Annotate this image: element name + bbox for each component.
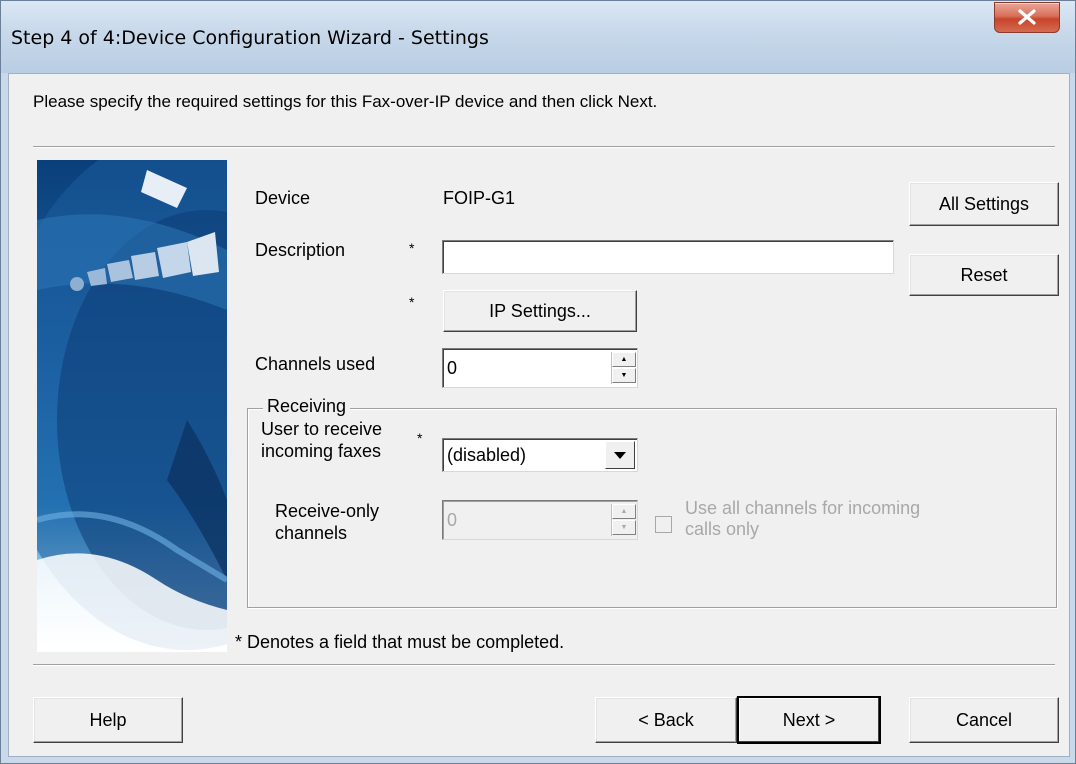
description-input[interactable]: [442, 240, 894, 274]
chevron-down-icon: [614, 452, 626, 459]
user-to-receive-label-line1: User to receive: [261, 419, 383, 439]
all-settings-button[interactable]: All Settings: [909, 182, 1059, 226]
spin-up-icon: ▲: [612, 504, 636, 519]
receive-only-channels-value: 0: [447, 510, 458, 530]
receive-only-label-line2: channels: [275, 523, 348, 543]
close-button[interactable]: [994, 2, 1060, 33]
instruction-text: Please specify the required settings for…: [33, 92, 658, 111]
channels-used-spinner[interactable]: ▲ ▼: [611, 352, 637, 384]
reset-button[interactable]: Reset: [909, 254, 1059, 296]
user-to-receive-selected: (disabled): [447, 445, 527, 465]
wizard-graphic-illustration: [37, 160, 227, 652]
user-to-receive-label-line2: incoming faxes: [261, 441, 382, 461]
use-all-channels-label-line2: calls only: [685, 519, 760, 539]
title-bar[interactable]: Step 4 of 4:Device Configuration Wizard …: [1, 1, 1075, 73]
ip-settings-required-marker: *: [409, 294, 415, 310]
help-button[interactable]: Help: [33, 697, 183, 743]
use-all-channels-label: Use all channels for incoming calls only: [685, 498, 920, 540]
receive-only-spinner: ▲ ▼: [611, 504, 637, 536]
user-select-dropdown-button[interactable]: [605, 441, 635, 469]
wizard-side-graphic: [37, 160, 227, 652]
user-to-receive-label: User to receive incoming faxes: [261, 418, 382, 462]
channels-used-value: 0: [447, 358, 458, 378]
cancel-button[interactable]: Cancel: [909, 697, 1059, 743]
spin-down-icon: ▼: [612, 520, 636, 535]
receive-only-channels-input: 0: [442, 500, 638, 540]
description-required-marker: *: [409, 240, 415, 256]
channels-used-label: Channels used: [255, 354, 376, 374]
description-label: Description: [255, 240, 346, 260]
device-value: FOIP-G1: [443, 188, 516, 208]
ip-settings-button[interactable]: IP Settings...: [443, 290, 637, 332]
back-button[interactable]: < Back: [595, 697, 737, 743]
receiving-group-label: Receiving: [263, 396, 351, 417]
close-icon: [1018, 9, 1036, 25]
spin-down-icon[interactable]: ▼: [612, 368, 636, 383]
channels-used-input[interactable]: 0: [442, 348, 638, 388]
user-required-marker: *: [417, 430, 423, 446]
spin-up-icon[interactable]: ▲: [612, 352, 636, 367]
use-all-channels-checkbox: [655, 516, 672, 533]
use-all-channels-label-line1: Use all channels for incoming: [685, 498, 921, 518]
top-separator: [33, 146, 1055, 148]
receive-only-channels-label: Receive-only channels: [275, 500, 379, 544]
bottom-separator: [33, 664, 1055, 666]
next-button[interactable]: Next >: [737, 696, 881, 744]
required-fields-footnote: * Denotes a field that must be completed…: [235, 632, 565, 652]
wizard-window: Step 4 of 4:Device Configuration Wizard …: [0, 0, 1076, 764]
receive-only-label-line1: Receive-only: [275, 501, 380, 521]
device-label: Device: [255, 188, 311, 208]
window-title: Step 4 of 4:Device Configuration Wizard …: [11, 27, 489, 49]
dialog-client-area: Please specify the required settings for…: [8, 73, 1070, 757]
